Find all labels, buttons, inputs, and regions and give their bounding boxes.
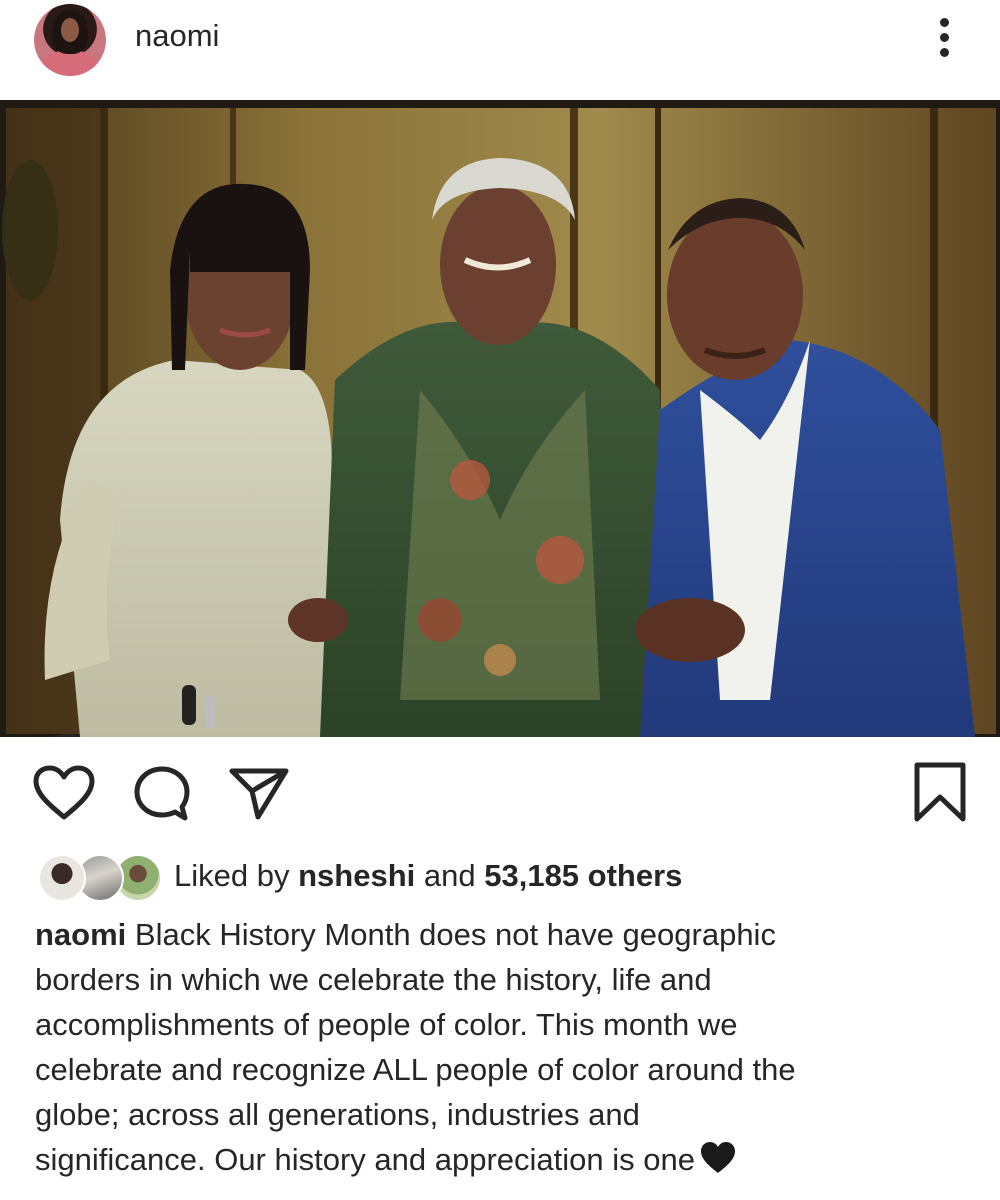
- caption-username[interactable]: naomi: [35, 917, 126, 952]
- send-icon[interactable]: [228, 765, 290, 821]
- bookmark-icon[interactable]: [912, 761, 968, 823]
- caption-line: accomplishments of people of color. This…: [35, 1007, 738, 1042]
- black-heart-icon: [700, 1142, 735, 1173]
- comment-icon[interactable]: [133, 765, 191, 823]
- post-header: naomi: [0, 0, 1000, 100]
- likes-joiner: and: [423, 858, 476, 893]
- liker-avatars[interactable]: [38, 854, 162, 902]
- likes-row: Liked by nsheshi and 53,185 others: [0, 848, 1000, 908]
- more-vertical-icon[interactable]: [932, 16, 958, 60]
- caption-line: globe; across all generations, industrie…: [35, 1097, 640, 1132]
- post-username[interactable]: naomi: [135, 18, 219, 54]
- caption-line: borders in which we celebrate the histor…: [35, 962, 712, 997]
- caption-line: naomi Black History Month does not have …: [35, 917, 776, 952]
- likes-prefix: Liked by: [174, 858, 290, 893]
- caption-line: celebrate and recognize ALL people of co…: [35, 1052, 796, 1087]
- post-photo[interactable]: [0, 100, 1000, 737]
- heart-icon[interactable]: [33, 765, 95, 821]
- likes-summary[interactable]: Liked by nsheshi and 53,185 others: [174, 858, 682, 894]
- post-caption: naomi Black History Month does not have …: [35, 912, 935, 1182]
- liker-username[interactable]: nsheshi: [298, 858, 415, 893]
- caption-line: significance. Our history and appreciati…: [35, 1137, 935, 1182]
- liker-avatar: [38, 854, 86, 902]
- post-actions: [0, 737, 1000, 847]
- likes-count[interactable]: 53,185 others: [484, 858, 682, 893]
- profile-avatar[interactable]: [34, 4, 106, 76]
